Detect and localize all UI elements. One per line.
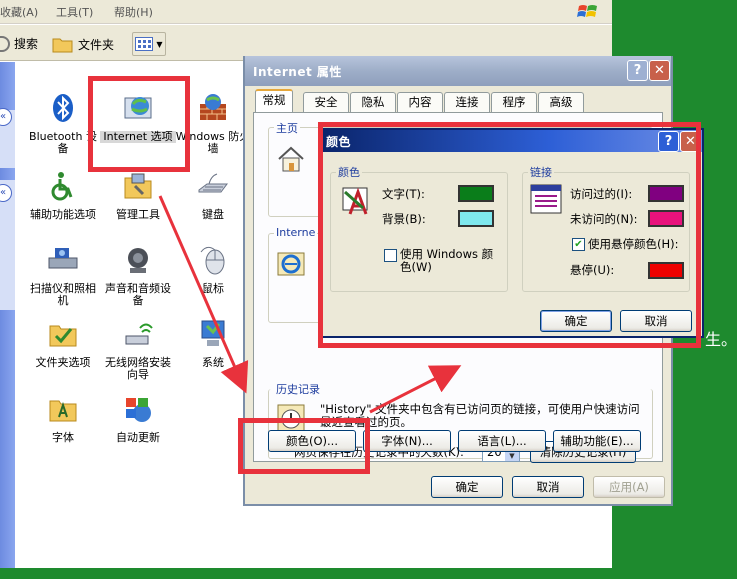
cp-item-label: 自动更新 bbox=[116, 431, 160, 444]
cp-item-fonts[interactable]: 字体 bbox=[25, 393, 101, 444]
tab-programs[interactable]: 程序 bbox=[491, 92, 537, 112]
windows-update-icon bbox=[126, 398, 151, 422]
highlight-colors-button bbox=[238, 418, 370, 474]
home-icon bbox=[278, 146, 304, 172]
tab-content[interactable]: 内容 bbox=[397, 92, 443, 112]
folder-icon bbox=[52, 38, 73, 53]
views-button[interactable]: ▼ bbox=[132, 32, 166, 56]
menu-help[interactable]: 帮助(H) bbox=[114, 4, 153, 20]
wireless-icon bbox=[125, 323, 153, 345]
cp-item-label: 键盘 bbox=[202, 208, 224, 221]
tab-general[interactable]: 常规 bbox=[255, 89, 293, 113]
history-group-label: 历史记录 bbox=[276, 383, 320, 396]
views-icon bbox=[135, 37, 154, 51]
menu-tools[interactable]: 工具(T) bbox=[56, 4, 93, 20]
scanner-icon bbox=[48, 248, 78, 269]
cp-item-label: 声音和音频设备 bbox=[105, 282, 171, 307]
cp-item-folder-options[interactable]: 文件夹选项 bbox=[25, 318, 101, 369]
task-pane: « « bbox=[0, 62, 15, 568]
dialog-title: Internet 属性 bbox=[253, 65, 342, 79]
apply-button[interactable]: 应用(A) bbox=[593, 476, 665, 498]
cancel-button[interactable]: 取消 bbox=[512, 476, 584, 498]
tab-advanced[interactable]: 高级 bbox=[538, 92, 584, 112]
menu-bar: 收藏(A) 工具(T) 帮助(H) bbox=[0, 0, 612, 24]
languages-button[interactable]: 语言(L)... bbox=[458, 430, 546, 452]
cp-item-label: 管理工具 bbox=[116, 208, 160, 221]
background-text: 生。 bbox=[705, 330, 737, 349]
tab-connections[interactable]: 连接 bbox=[444, 92, 490, 112]
tab-privacy[interactable]: 隐私 bbox=[350, 92, 396, 112]
temp-files-group-label: Interne bbox=[274, 226, 318, 239]
accessibility-button[interactable]: 辅助功能(E)... bbox=[553, 430, 641, 452]
cp-item-label: 无线网络安装向导 bbox=[105, 356, 171, 381]
cp-item-scanner[interactable]: 扫描仪和照相机 bbox=[25, 244, 101, 307]
cp-item-label: 鼠标 bbox=[202, 282, 224, 295]
cp-item-accessibility[interactable]: 辅助功能选项 bbox=[25, 170, 101, 221]
search-label: 搜索 bbox=[14, 37, 39, 51]
homepage-group-label: 主页 bbox=[274, 120, 300, 136]
cp-item-label: 字体 bbox=[52, 431, 74, 444]
cp-item-keyboard[interactable]: 键盘 bbox=[175, 170, 251, 221]
help-icon[interactable]: ? bbox=[627, 60, 648, 81]
admin-tools-icon bbox=[124, 173, 152, 199]
cp-item-label: 辅助功能选项 bbox=[30, 208, 96, 221]
ok-button[interactable]: 确定 bbox=[431, 476, 503, 498]
windows-logo-icon bbox=[577, 5, 597, 17]
keyboard-icon bbox=[198, 173, 228, 193]
mouse-icon bbox=[200, 246, 225, 275]
cp-item-admin-tools[interactable]: 管理工具 bbox=[100, 170, 176, 221]
bluetooth-icon bbox=[53, 94, 73, 122]
system-icon bbox=[201, 320, 225, 346]
menu-favorites[interactable]: 收藏(A) bbox=[0, 4, 38, 20]
accessibility-icon bbox=[51, 172, 73, 201]
folders-label: 文件夹 bbox=[78, 37, 115, 52]
cp-item-mouse[interactable]: 鼠标 bbox=[175, 244, 251, 295]
fonts-button[interactable]: 字体(N)... bbox=[363, 430, 451, 452]
cp-item-label: 系统 bbox=[202, 356, 224, 369]
cp-item-sound[interactable]: 声音和音频设备 bbox=[100, 244, 176, 307]
search-icon bbox=[0, 35, 10, 52]
cp-item-system[interactable]: 系统 bbox=[175, 318, 251, 369]
highlight-colors-dialog bbox=[318, 122, 701, 348]
firewall-icon bbox=[200, 94, 226, 120]
speaker-icon bbox=[128, 248, 148, 273]
cp-item-auto-update[interactable]: 自动更新 bbox=[100, 393, 176, 444]
folder-options-icon bbox=[49, 325, 77, 347]
close-icon[interactable]: ✕ bbox=[649, 60, 670, 81]
tab-security[interactable]: 安全 bbox=[303, 92, 349, 112]
cp-item-label: 扫描仪和照相机 bbox=[30, 282, 96, 307]
title-bar: Internet 属性 ? ✕ bbox=[245, 56, 671, 86]
highlight-internet-options bbox=[88, 76, 190, 172]
ie-icon bbox=[277, 252, 305, 276]
cp-item-label: 文件夹选项 bbox=[35, 356, 91, 369]
chevron-down-icon: ▼ bbox=[156, 39, 163, 49]
search-button[interactable]: 搜索 bbox=[0, 35, 38, 52]
fonts-folder-icon bbox=[49, 400, 77, 422]
cp-item-wireless[interactable]: 无线网络安装向导 bbox=[100, 318, 176, 381]
folders-button[interactable]: 文件夹 bbox=[52, 35, 114, 53]
